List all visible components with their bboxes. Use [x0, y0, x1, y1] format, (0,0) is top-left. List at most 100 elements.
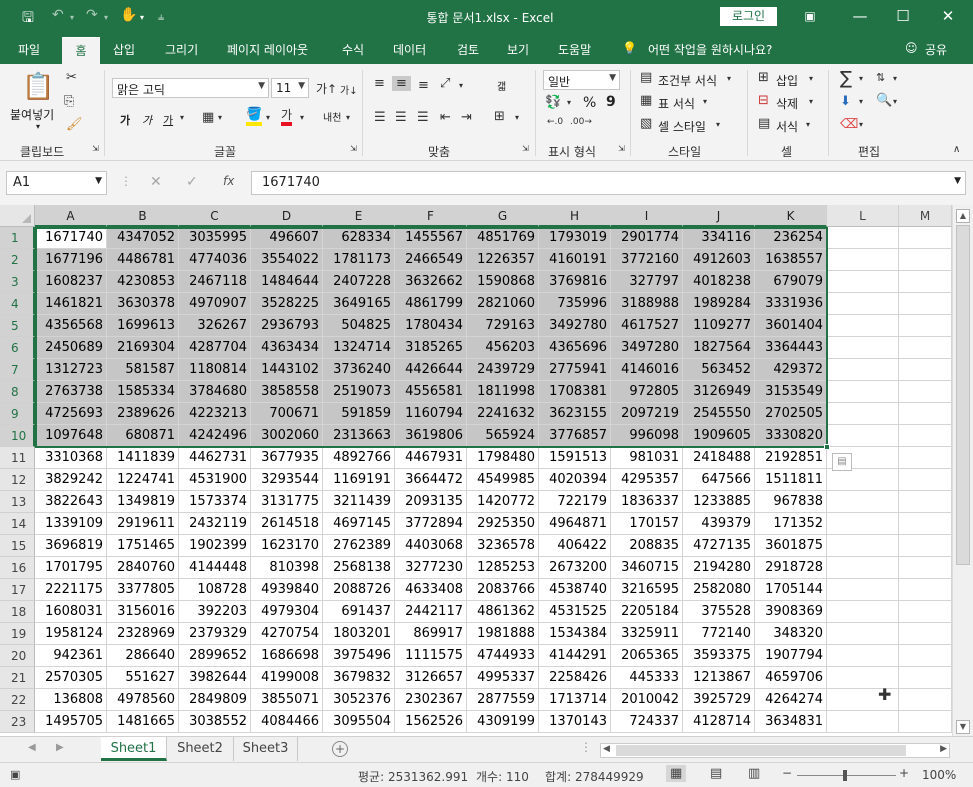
cell-g3[interactable]: 1590868 [467, 271, 539, 293]
cell-h21[interactable]: 2258426 [539, 667, 611, 689]
sheet-tab-sheet1[interactable]: Sheet1 [101, 737, 167, 761]
accounting-dropdown-icon[interactable]: ▾ [567, 98, 571, 107]
fill-color-icon[interactable]: 🪣 [246, 108, 263, 126]
cell-d7[interactable]: 1443102 [251, 359, 323, 381]
decrease-decimal-icon[interactable]: .00→ [570, 117, 592, 127]
prev-sheet-icon[interactable]: ◀ [28, 742, 36, 753]
cell-i19[interactable]: 3325911 [611, 623, 683, 645]
cell-e13[interactable]: 3211439 [323, 491, 395, 513]
cell-l9[interactable] [827, 403, 899, 425]
cell-l10[interactable] [827, 425, 899, 447]
insert-function-icon[interactable]: fx [223, 174, 234, 188]
column-header-e[interactable]: E [323, 205, 395, 227]
cell-g22[interactable]: 2877559 [467, 689, 539, 711]
column-header-k[interactable]: K [755, 205, 827, 227]
cell-a9[interactable]: 4725693 [35, 403, 107, 425]
cell-f4[interactable]: 4861799 [395, 293, 467, 315]
cell-h6[interactable]: 4365696 [539, 337, 611, 359]
cell-h23[interactable]: 1370143 [539, 711, 611, 733]
insert-cells-icon[interactable]: ⊞ [758, 70, 769, 85]
cell-a19[interactable]: 1958124 [35, 623, 107, 645]
tab-formulas[interactable]: 수식 [342, 41, 364, 58]
cell-a3[interactable]: 1608237 [35, 271, 107, 293]
page-break-view-icon[interactable]: ▥ [748, 766, 760, 781]
row-header-3[interactable]: 3 [0, 271, 35, 293]
orientation-dropdown-icon[interactable]: ▾ [459, 81, 463, 90]
cell-f12[interactable]: 3664472 [395, 469, 467, 491]
cell-e3[interactable]: 2407228 [323, 271, 395, 293]
cell-a10[interactable]: 1097648 [35, 425, 107, 447]
cell-j2[interactable]: 4912603 [683, 249, 755, 271]
cell-d16[interactable]: 810398 [251, 557, 323, 579]
row-header-6[interactable]: 6 [0, 337, 35, 359]
cell-c2[interactable]: 4774036 [179, 249, 251, 271]
cell-j17[interactable]: 2582080 [683, 579, 755, 601]
cell-d15[interactable]: 1623170 [251, 535, 323, 557]
cell-h11[interactable]: 1591513 [539, 447, 611, 469]
cell-g11[interactable]: 1798480 [467, 447, 539, 469]
autosum-icon[interactable]: ∑ [840, 68, 852, 89]
cell-c16[interactable]: 4144448 [179, 557, 251, 579]
cell-d17[interactable]: 4939840 [251, 579, 323, 601]
cell-h19[interactable]: 1534384 [539, 623, 611, 645]
cell-i3[interactable]: 327797 [611, 271, 683, 293]
cell-l6[interactable] [827, 337, 899, 359]
cell-k1[interactable]: 236254 [755, 227, 827, 249]
cell-f14[interactable]: 3772894 [395, 513, 467, 535]
cell-i15[interactable]: 208835 [611, 535, 683, 557]
cell-a12[interactable]: 3829242 [35, 469, 107, 491]
cell-i22[interactable]: 2010042 [611, 689, 683, 711]
cell-d2[interactable]: 3554022 [251, 249, 323, 271]
cancel-icon[interactable]: ✕ [150, 174, 162, 190]
cell-m2[interactable] [899, 249, 952, 271]
cell-j7[interactable]: 563452 [683, 359, 755, 381]
cell-e16[interactable]: 2568138 [323, 557, 395, 579]
tell-me-search[interactable]: 어떤 작업을 원하시나요? [648, 41, 772, 58]
zoom-out-icon[interactable]: − [782, 766, 792, 780]
cell-a8[interactable]: 2763738 [35, 381, 107, 403]
tab-insert[interactable]: 삽입 [113, 41, 135, 58]
quick-analysis-icon[interactable]: ▤ [832, 453, 852, 471]
row-header-2[interactable]: 2 [0, 249, 35, 271]
row-header-9[interactable]: 9 [0, 403, 35, 425]
cell-j16[interactable]: 2194280 [683, 557, 755, 579]
cell-l5[interactable] [827, 315, 899, 337]
cell-l2[interactable] [827, 249, 899, 271]
chevron-down-icon[interactable]: ▾ [806, 120, 810, 129]
cell-j15[interactable]: 4727135 [683, 535, 755, 557]
cell-l15[interactable] [827, 535, 899, 557]
delete-cells-icon[interactable]: ⊟ [758, 93, 769, 108]
cell-i5[interactable]: 4617527 [611, 315, 683, 337]
row-header-17[interactable]: 17 [0, 579, 35, 601]
cell-f16[interactable]: 3277230 [395, 557, 467, 579]
scroll-up-icon[interactable]: ▲ [956, 209, 970, 223]
cell-b11[interactable]: 1411839 [107, 447, 179, 469]
cell-f9[interactable]: 1160794 [395, 403, 467, 425]
row-header-20[interactable]: 20 [0, 645, 35, 667]
cell-m12[interactable] [899, 469, 952, 491]
cell-k15[interactable]: 3601875 [755, 535, 827, 557]
cell-l3[interactable] [827, 271, 899, 293]
touch-mode-icon[interactable]: ✋ [120, 7, 137, 23]
add-sheet-icon[interactable]: + [332, 741, 348, 757]
tab-help[interactable]: 도움말 [558, 41, 591, 58]
merge-center-icon[interactable]: ⊞ [494, 109, 505, 124]
conditional-format-button[interactable]: 조건부 서식 [658, 72, 717, 89]
border-icon[interactable]: ▦ [202, 110, 214, 125]
save-icon[interactable]: 🖫 [22, 7, 34, 31]
tab-file[interactable]: 파일 [18, 41, 40, 58]
cell-b17[interactable]: 3377805 [107, 579, 179, 601]
row-header-8[interactable]: 8 [0, 381, 35, 403]
worksheet-grid[interactable]: ABCDEFGHIJKLM 1 2 3 4 5 6 7 8 9 10 11 12 13 14 15 16 17 1… [0, 205, 952, 736]
cell-c15[interactable]: 1902399 [179, 535, 251, 557]
clear-icon[interactable]: ⌫ [840, 117, 858, 132]
cell-l19[interactable] [827, 623, 899, 645]
cell-m17[interactable] [899, 579, 952, 601]
row-header-23[interactable]: 23 [0, 711, 35, 733]
cell-h4[interactable]: 735996 [539, 293, 611, 315]
cell-i23[interactable]: 724337 [611, 711, 683, 733]
cell-g6[interactable]: 456203 [467, 337, 539, 359]
column-header-a[interactable]: A [35, 205, 107, 227]
zoom-level[interactable]: 100% [922, 768, 956, 782]
cell-b10[interactable]: 680871 [107, 425, 179, 447]
